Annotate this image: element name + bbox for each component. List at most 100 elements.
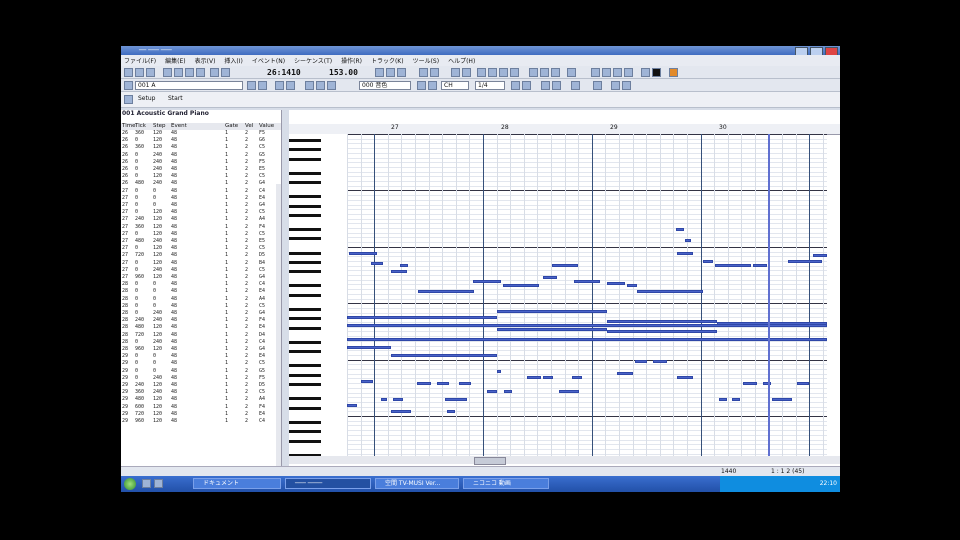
eraser-tool-icon[interactable] <box>499 68 508 77</box>
menu-file[interactable]: ファイル(F) <box>124 56 156 65</box>
event-row[interactable]: 27 0 120 48 1 2 C5 <box>121 209 281 216</box>
menu-sequence[interactable]: シーケンス(T) <box>294 56 332 65</box>
event-row[interactable]: 29 240 120 48 1 2 D5 <box>121 382 281 389</box>
event-row[interactable]: 29 480 120 48 1 2 A4 <box>121 396 281 403</box>
midi-note[interactable] <box>527 376 541 379</box>
event-row[interactable]: 27 0 240 48 1 2 C5 <box>121 267 281 274</box>
undo-icon[interactable] <box>210 68 219 77</box>
tool-icon-b[interactable] <box>428 81 437 90</box>
piano-roll-icon[interactable] <box>591 68 600 77</box>
print-icon[interactable] <box>163 68 172 77</box>
cut-icon[interactable] <box>174 68 183 77</box>
note-grid[interactable] <box>347 134 827 456</box>
length-select[interactable]: 1/4 <box>475 81 505 90</box>
black-square-icon[interactable] <box>652 68 661 77</box>
show-desktop-icon[interactable] <box>142 479 151 488</box>
snap-icon[interactable] <box>567 68 576 77</box>
speaker-icon[interactable] <box>327 81 336 90</box>
metronome-icon[interactable] <box>462 68 471 77</box>
magnify-icon[interactable] <box>522 81 531 90</box>
event-row[interactable]: 29 0 240 48 1 2 F5 <box>121 375 281 382</box>
event-row[interactable]: 27 0 120 48 1 2 C5 <box>121 231 281 238</box>
midi-note[interactable] <box>391 410 411 413</box>
midi-note[interactable] <box>715 264 751 267</box>
midi-note[interactable] <box>347 404 357 407</box>
event-row[interactable]: 28 0 240 48 1 2 G4 <box>121 310 281 317</box>
event-row[interactable]: 26 0 120 48 1 2 C5 <box>121 173 281 180</box>
channel-select[interactable]: CH <box>441 81 469 90</box>
menu-help[interactable]: ヘルプ(H) <box>448 56 475 65</box>
midi-note[interactable] <box>473 280 501 283</box>
event-list-scrollbar[interactable] <box>276 184 281 466</box>
midi-note[interactable] <box>676 228 684 231</box>
midi-note[interactable] <box>497 310 607 313</box>
horizontal-scrollbar[interactable] <box>289 456 840 465</box>
midi-note[interactable] <box>732 398 740 401</box>
event-row[interactable]: 28 0 0 48 1 2 A4 <box>121 296 281 303</box>
midi-note[interactable] <box>743 382 757 385</box>
black-key[interactable] <box>289 284 321 288</box>
event-row[interactable]: 29 960 120 48 1 2 C4 <box>121 418 281 425</box>
link-icon[interactable] <box>258 81 267 90</box>
lock-icon[interactable] <box>247 81 256 90</box>
taskbar-item[interactable]: ドキュメント <box>193 478 281 489</box>
col-gate[interactable]: Gate <box>225 123 238 130</box>
lamp-icon[interactable] <box>593 81 602 90</box>
black-key[interactable] <box>289 364 321 368</box>
midi-note[interactable] <box>361 380 373 383</box>
piano-keyboard[interactable] <box>289 134 348 456</box>
playback-cursor[interactable] <box>768 134 770 456</box>
brush-icon[interactable] <box>316 81 325 90</box>
black-key[interactable] <box>289 439 321 443</box>
window-tile-icon[interactable] <box>611 81 620 90</box>
select-tool-icon[interactable] <box>510 68 519 77</box>
start-button[interactable]: Start <box>168 95 183 102</box>
black-key[interactable] <box>289 148 321 152</box>
midi-note[interactable] <box>347 346 391 349</box>
midi-note[interactable] <box>497 328 607 331</box>
midi-note[interactable] <box>677 376 693 379</box>
midi-note[interactable] <box>552 264 578 267</box>
midi-note[interactable] <box>788 260 822 263</box>
midi-note[interactable] <box>418 290 474 293</box>
midi-note[interactable] <box>685 239 691 242</box>
event-row[interactable]: 29 0 0 48 1 2 C5 <box>121 360 281 367</box>
event-row[interactable]: 27 0 0 48 1 2 G4 <box>121 202 281 209</box>
event-row[interactable]: 26 360 120 48 1 2 C5 <box>121 144 281 151</box>
midi-note[interactable] <box>703 260 713 263</box>
play-icon[interactable] <box>397 68 406 77</box>
black-key[interactable] <box>289 251 321 255</box>
midi-note[interactable] <box>347 316 497 319</box>
setup-button[interactable]: Setup <box>138 95 155 102</box>
midi-note[interactable] <box>400 264 408 267</box>
midi-note[interactable] <box>797 382 809 385</box>
col-tick[interactable]: Tick <box>135 123 146 130</box>
menu-track[interactable]: トラック(K) <box>371 56 404 65</box>
event-row[interactable]: 26 0 120 48 1 2 G6 <box>121 137 281 144</box>
black-key[interactable] <box>289 204 321 208</box>
redo-icon[interactable] <box>221 68 230 77</box>
event-row[interactable]: 28 960 120 48 1 2 G4 <box>121 346 281 353</box>
black-key[interactable] <box>289 397 321 401</box>
new-file-icon[interactable] <box>124 68 133 77</box>
midi-note[interactable] <box>381 398 387 401</box>
midi-note[interactable] <box>543 276 557 279</box>
loop-icon[interactable] <box>451 68 460 77</box>
instrument-select[interactable]: 001 A <box>135 81 243 90</box>
event-row[interactable]: 29 0 0 48 1 2 E4 <box>121 353 281 360</box>
midi-note[interactable] <box>637 290 703 293</box>
tool-icon-a[interactable] <box>417 81 426 90</box>
midi-note[interactable] <box>607 320 717 323</box>
staff-icon[interactable] <box>613 68 622 77</box>
measure-icon[interactable] <box>275 81 284 90</box>
midi-note[interactable] <box>574 280 600 283</box>
event-row[interactable]: 26 0 240 48 1 2 G5 <box>121 152 281 159</box>
event-row[interactable]: 27 960 120 48 1 2 G4 <box>121 274 281 281</box>
black-key[interactable] <box>289 406 321 410</box>
event-row[interactable]: 27 240 120 48 1 2 A4 <box>121 216 281 223</box>
midi-note[interactable] <box>437 382 449 385</box>
event-row[interactable]: 29 0 0 48 1 2 G5 <box>121 368 281 375</box>
menu-tools[interactable]: ツール(S) <box>413 56 440 65</box>
event-row[interactable]: 26 0 240 48 1 2 F5 <box>121 159 281 166</box>
event-row[interactable]: 28 480 120 48 1 2 E4 <box>121 324 281 331</box>
